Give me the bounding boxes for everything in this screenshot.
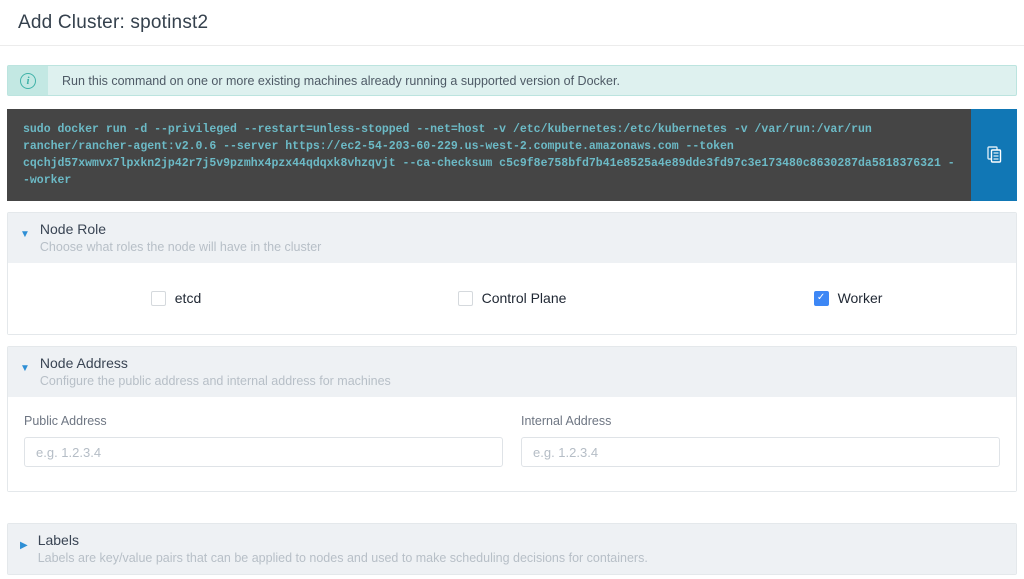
internal-address-label: Internal Address [521, 414, 1000, 428]
internal-address-input[interactable] [521, 437, 1000, 467]
section-node-address-header[interactable]: ▼ Node Address Configure the public addr… [8, 347, 1016, 397]
info-icon-wrap: i [8, 66, 48, 95]
chevron-right-icon[interactable]: ▶ [20, 541, 28, 551]
add-cluster-page: Add Cluster: spotinst2 i Run this comman… [0, 0, 1024, 579]
chevron-down-icon[interactable]: ▼ [20, 364, 30, 374]
header-divider [0, 45, 1024, 46]
docker-command-block: sudo docker run -d --privileged --restar… [7, 109, 1017, 201]
public-address-input[interactable] [24, 437, 503, 467]
section-title: Node Role [40, 221, 321, 237]
section-subtitle: Labels are key/value pairs that can be a… [38, 551, 648, 565]
checkbox-etcd-box[interactable] [151, 291, 166, 306]
section-title: Labels [38, 532, 648, 548]
node-address-fields: Public Address Internal Address [8, 397, 1016, 491]
section-title: Node Address [40, 355, 391, 371]
info-banner-text: Run this command on one or more existing… [48, 66, 632, 95]
public-address-group: Public Address [24, 414, 503, 467]
node-role-options: etcd Control Plane ✓ Worker [8, 263, 1016, 334]
section-labels: ▶ Labels Labels are key/value pairs that… [7, 523, 1017, 575]
section-node-role-header[interactable]: ▼ Node Role Choose what roles the node w… [8, 213, 1016, 263]
section-labels-header[interactable]: ▶ Labels Labels are key/value pairs that… [8, 524, 1016, 574]
checkbox-control-plane[interactable]: Control Plane [458, 290, 567, 306]
section-node-role-titles: Node Role Choose what roles the node wil… [40, 221, 321, 254]
chevron-down-icon[interactable]: ▼ [20, 230, 30, 240]
info-icon: i [20, 73, 36, 89]
checkbox-etcd-label: etcd [175, 290, 201, 306]
section-subtitle: Choose what roles the node will have in … [40, 240, 321, 254]
page-title: Add Cluster: spotinst2 [18, 12, 1006, 34]
docker-command-text[interactable]: sudo docker run -d --privileged --restar… [7, 109, 971, 201]
internal-address-group: Internal Address [521, 414, 1000, 467]
page-header: Add Cluster: spotinst2 [0, 0, 1024, 45]
info-banner: i Run this command on one or more existi… [7, 65, 1017, 96]
main-content: i Run this command on one or more existi… [0, 65, 1024, 579]
checkbox-worker-label: Worker [838, 290, 883, 306]
section-node-address: ▼ Node Address Configure the public addr… [7, 346, 1017, 492]
checkbox-worker-box[interactable]: ✓ [814, 291, 829, 306]
checkbox-worker[interactable]: ✓ Worker [814, 290, 883, 306]
section-node-role: ▼ Node Role Choose what roles the node w… [7, 212, 1017, 335]
section-labels-titles: Labels Labels are key/value pairs that c… [38, 532, 648, 565]
section-subtitle: Configure the public address and interna… [40, 374, 391, 388]
section-node-address-titles: Node Address Configure the public addres… [40, 355, 391, 388]
checkbox-control-plane-box[interactable] [458, 291, 473, 306]
checkbox-etcd[interactable]: etcd [151, 290, 201, 306]
copy-command-button[interactable] [971, 109, 1017, 201]
checkbox-control-plane-label: Control Plane [482, 290, 567, 306]
public-address-label: Public Address [24, 414, 503, 428]
clipboard-copy-icon [984, 144, 1004, 167]
